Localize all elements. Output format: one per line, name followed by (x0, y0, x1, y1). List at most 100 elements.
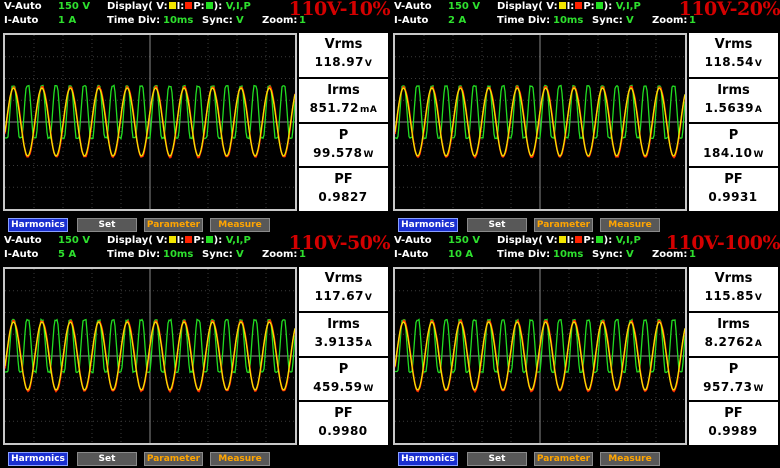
status-header: V-Auto 150 V I-Auto 1 A Display( V: I: P:)… (0, 0, 391, 32)
pf-value-line: 0.9931 (689, 190, 778, 204)
display-legend: Display( V: I: P:): V,I,P (107, 235, 251, 246)
irms-unit: A (754, 339, 763, 349)
parameter-button[interactable]: Parameter (534, 452, 593, 466)
time-div-label: Time Div: (497, 249, 551, 260)
vrms-label: Vrms (324, 271, 363, 286)
analyzer-panel: V-Auto 150 V I-Auto 5 A Display( V: I: P:)… (0, 232, 391, 468)
set-button[interactable]: Set (77, 218, 137, 232)
sync-value: V (626, 249, 634, 260)
power-unit: W (753, 150, 764, 160)
pf-readout: PF 0.9989 (689, 402, 778, 445)
display-channels: V,I,P (615, 1, 641, 12)
vrms-unit: V (754, 293, 763, 303)
measure-button[interactable]: Measure (600, 218, 660, 232)
i-auto-label: I-Auto (394, 15, 429, 26)
power-unit: W (363, 150, 374, 160)
display-end-label: ): (213, 1, 223, 12)
display-label: Display( V: (497, 235, 558, 246)
sync-value: V (236, 249, 244, 260)
v-range-value: 150 V (448, 235, 481, 246)
sync-value: V (236, 15, 244, 26)
harmonics-button[interactable]: Harmonics (398, 452, 458, 466)
power-label: P (338, 128, 349, 143)
irms-value-line: 1.5639A (689, 101, 778, 115)
irms-value: 1.5639 (704, 101, 754, 115)
display-legend: Display( V: I: P:): V,I,P (497, 235, 641, 246)
harmonics-button[interactable]: Harmonics (8, 452, 68, 466)
measure-button[interactable]: Measure (210, 452, 270, 466)
vrms-value-line: 118.54V (689, 55, 778, 69)
power-legend-swatch (205, 2, 213, 9)
measure-button[interactable]: Measure (600, 452, 660, 466)
pf-label: PF (334, 406, 353, 421)
v-auto-label: V-Auto (4, 235, 42, 246)
irms-label: Irms (327, 317, 360, 332)
set-button[interactable]: Set (467, 452, 527, 466)
power-legend-label: P: (193, 235, 205, 246)
vrms-readout: Vrms 118.97V (299, 33, 388, 76)
voltage-legend-swatch (168, 2, 176, 9)
test-condition-label: 110V-50% (288, 232, 391, 254)
vrms-unit: V (364, 293, 373, 303)
vrms-value: 118.97 (314, 55, 364, 69)
display-label: Display( V: (497, 1, 558, 12)
time-div-value: 10ms (553, 249, 584, 260)
i-range-value: 1 A (58, 15, 77, 26)
measurement-panel: Vrms 118.97V Irms 851.72mA P 99.578W PF 0.98… (299, 33, 388, 211)
v-range-value: 150 V (448, 1, 481, 12)
parameter-button[interactable]: Parameter (144, 218, 203, 232)
set-button[interactable]: Set (77, 452, 137, 466)
display-end-label: ): (213, 235, 223, 246)
i-range-value: 2 A (448, 15, 467, 26)
pf-value-line: 0.9989 (689, 424, 778, 438)
set-button[interactable]: Set (467, 218, 527, 232)
analyzer-panel: V-Auto 150 V I-Auto 2 A Display( V: I: P:)… (390, 0, 780, 234)
harmonics-button[interactable]: Harmonics (8, 218, 68, 232)
power-legend-label: P: (193, 1, 205, 12)
harmonics-button[interactable]: Harmonics (398, 218, 458, 232)
time-div-value: 10ms (553, 15, 584, 26)
vrms-readout: Vrms 115.85V (689, 267, 778, 310)
vrms-readout: Vrms 118.54V (689, 33, 778, 76)
time-div-label: Time Div: (107, 15, 161, 26)
irms-readout: Irms 8.2762A (689, 313, 778, 356)
softkey-bar: Harmonics Set Parameter Measure (390, 452, 780, 466)
irms-value-line: 851.72mA (299, 101, 388, 115)
current-legend-label: I: (176, 235, 185, 246)
i-auto-label: I-Auto (4, 15, 39, 26)
sync-label: Sync: (202, 249, 233, 260)
voltage-legend-swatch (558, 236, 566, 243)
current-legend-swatch (575, 236, 583, 243)
sync-label: Sync: (592, 15, 623, 26)
power-label: P (728, 128, 739, 143)
power-readout: P 99.578W (299, 124, 388, 167)
i-auto-label: I-Auto (4, 249, 39, 260)
display-legend: Display( V: I: P:): V,I,P (497, 1, 641, 12)
measurement-panel: Vrms 117.67V Irms 3.9135A P 459.59W PF 0.998… (299, 267, 388, 445)
power-legend-swatch (205, 236, 213, 243)
display-end-label: ): (603, 235, 613, 246)
display-channels: V,I,P (225, 1, 251, 12)
v-range-value: 150 V (58, 235, 91, 246)
time-div-value: 10ms (163, 249, 194, 260)
pf-readout: PF 0.9931 (689, 168, 778, 211)
i-range-value: 10 A (448, 249, 474, 260)
i-auto-label: I-Auto (394, 249, 429, 260)
measure-button[interactable]: Measure (210, 218, 270, 232)
waveform-plot (395, 35, 685, 209)
pf-label: PF (334, 172, 353, 187)
v-auto-label: V-Auto (394, 235, 432, 246)
power-legend-label: P: (583, 1, 595, 12)
power-value: 459.59 (313, 380, 363, 394)
test-condition-label: 110V-10% (288, 0, 391, 20)
parameter-button[interactable]: Parameter (144, 452, 203, 466)
v-range-value: 150 V (58, 1, 91, 12)
irms-value-line: 3.9135A (299, 335, 388, 349)
v-auto-label: V-Auto (394, 1, 432, 12)
pf-value: 0.9989 (708, 424, 758, 438)
irms-readout: Irms 3.9135A (299, 313, 388, 356)
parameter-button[interactable]: Parameter (534, 218, 593, 232)
vrms-readout: Vrms 117.67V (299, 267, 388, 310)
power-value-line: 184.10W (689, 146, 778, 160)
power-unit: W (363, 384, 374, 394)
